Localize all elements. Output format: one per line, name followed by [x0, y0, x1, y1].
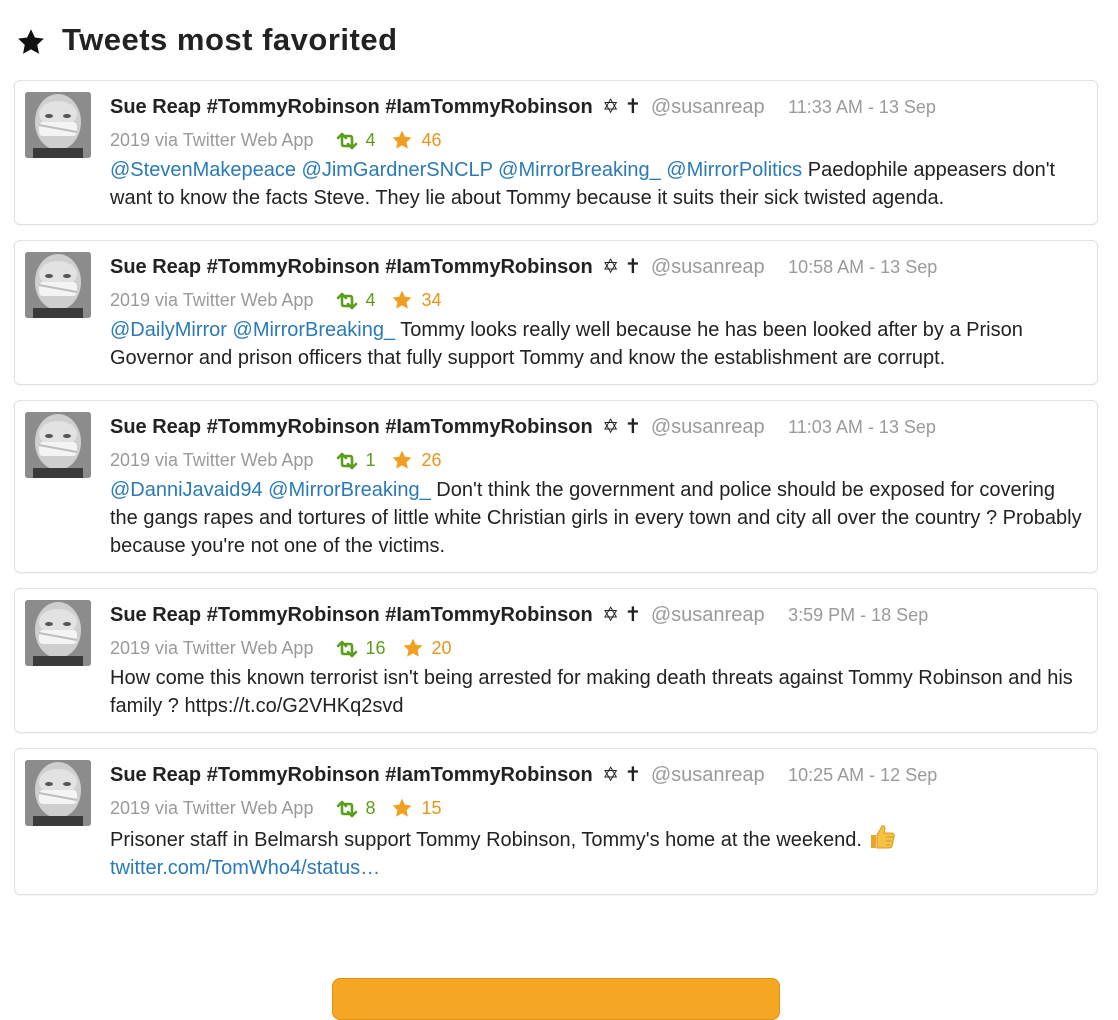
tweet-text: @DailyMirror @MirrorBreaking_ Tommy look…: [110, 316, 1085, 372]
tweet-source: 2019 via Twitter Web App: [110, 130, 314, 150]
favorite-value: 26: [421, 450, 442, 470]
user-symbols: ✡ ✝: [602, 416, 642, 438]
tweet-header: Sue Reap #TommyRobinson #IamTommyRobinso…: [110, 93, 1085, 121]
favorite-value: 20: [431, 638, 452, 658]
favorite-value: 34: [421, 290, 442, 310]
retweet-value: 4: [365, 290, 376, 310]
user-symbols: ✡ ✝: [602, 96, 642, 118]
tweet-link[interactable]: twitter.com/TomWho4/status…: [110, 857, 380, 879]
user-name[interactable]: Sue Reap #TommyRobinson #IamTommyRobinso…: [110, 604, 593, 626]
tweet-header: Sue Reap #TommyRobinson #IamTommyRobinso…: [110, 761, 1085, 789]
section-header: Tweets most favorited: [16, 18, 398, 62]
tweet-timestamp[interactable]: 11:03 AM - 13 Sep: [788, 417, 936, 437]
tweet-card[interactable]: Sue Reap #TommyRobinson #IamTommyRobinso…: [14, 748, 1098, 895]
user-handle[interactable]: @susanreap: [651, 764, 765, 786]
retweet-count[interactable]: 8: [335, 795, 375, 821]
tweet-source: 2019 via Twitter Web App: [110, 450, 314, 470]
favorite-count[interactable]: 46: [391, 127, 442, 153]
avatar[interactable]: [25, 412, 91, 478]
tweet-header: Sue Reap #TommyRobinson #IamTommyRobinso…: [110, 413, 1085, 441]
retweet-value: 16: [365, 638, 386, 658]
user-name[interactable]: Sue Reap #TommyRobinson #IamTommyRobinso…: [110, 416, 593, 438]
tweet-meta: 2019 via Twitter Web App 4 46: [110, 127, 1085, 153]
favorite-star-icon: [391, 449, 413, 471]
tweet-text: How come this known terrorist isn't bein…: [110, 664, 1085, 720]
user-symbols: ✡ ✝: [602, 764, 642, 786]
user-name[interactable]: Sue Reap #TommyRobinson #IamTommyRobinso…: [110, 96, 593, 118]
load-more-button[interactable]: [332, 978, 780, 1020]
favorite-count[interactable]: 15: [391, 795, 442, 821]
retweet-value: 8: [365, 798, 376, 818]
user-handle[interactable]: @susanreap: [651, 416, 765, 438]
tweet-body: Prisoner staff in Belmarsh support Tommy…: [110, 829, 862, 851]
retweet-icon: [335, 639, 359, 658]
favorite-value: 46: [421, 130, 442, 150]
retweet-count[interactable]: 4: [335, 127, 375, 153]
avatar[interactable]: [25, 600, 91, 666]
tweet-source: 2019 via Twitter Web App: [110, 290, 314, 310]
tweet-mentions[interactable]: @StevenMakepeace @JimGardnerSNCLP @Mirro…: [110, 159, 802, 181]
tweet-header: Sue Reap #TommyRobinson #IamTommyRobinso…: [110, 253, 1085, 281]
avatar[interactable]: [25, 92, 91, 158]
tweet-timestamp[interactable]: 10:25 AM - 12 Sep: [788, 765, 937, 785]
section-title: Tweets most favorited: [62, 22, 398, 57]
avatar[interactable]: [25, 760, 91, 826]
thumbs-up-icon: [868, 824, 896, 850]
tweet-meta: 2019 via Twitter Web App 1 26: [110, 447, 1085, 473]
star-icon: [18, 29, 44, 54]
user-symbols: ✡ ✝: [602, 256, 642, 278]
tweet-text: @StevenMakepeace @JimGardnerSNCLP @Mirro…: [110, 156, 1085, 212]
tweet-text: @DanniJavaid94 @MirrorBreaking_ Don't th…: [110, 476, 1085, 560]
user-name[interactable]: Sue Reap #TommyRobinson #IamTommyRobinso…: [110, 764, 593, 786]
tweet-mentions[interactable]: @DailyMirror @MirrorBreaking_: [110, 319, 395, 341]
retweet-icon: [335, 291, 359, 310]
favorite-star-icon: [402, 637, 424, 659]
user-symbols: ✡ ✝: [602, 604, 642, 626]
retweet-icon: [335, 799, 359, 818]
tweet-text: Prisoner staff in Belmarsh support Tommy…: [110, 824, 1085, 882]
retweet-value: 1: [365, 450, 376, 470]
tweet-header: Sue Reap #TommyRobinson #IamTommyRobinso…: [110, 601, 1085, 629]
tweet-mentions[interactable]: @DanniJavaid94 @MirrorBreaking_: [110, 479, 431, 501]
retweet-count[interactable]: 16: [335, 635, 386, 661]
retweet-count[interactable]: 1: [335, 447, 375, 473]
tweet-card[interactable]: Sue Reap #TommyRobinson #IamTommyRobinso…: [14, 400, 1098, 573]
avatar[interactable]: [25, 252, 91, 318]
tweet-card[interactable]: Sue Reap #TommyRobinson #IamTommyRobinso…: [14, 80, 1098, 225]
tweet-timestamp[interactable]: 11:33 AM - 13 Sep: [788, 97, 936, 117]
tweet-body: How come this known terrorist isn't bein…: [110, 667, 1073, 717]
user-name[interactable]: Sue Reap #TommyRobinson #IamTommyRobinso…: [110, 256, 593, 278]
tweet-card[interactable]: Sue Reap #TommyRobinson #IamTommyRobinso…: [14, 240, 1098, 385]
retweet-icon: [335, 131, 359, 150]
favorite-count[interactable]: 26: [391, 447, 442, 473]
tweet-source: 2019 via Twitter Web App: [110, 638, 314, 658]
favorite-star-icon: [391, 797, 413, 819]
tweet-meta: 2019 via Twitter Web App 8 15: [110, 795, 1085, 821]
retweet-icon: [335, 451, 359, 470]
tweet-timestamp[interactable]: 3:59 PM - 18 Sep: [788, 605, 928, 625]
tweet-list: Sue Reap #TommyRobinson #IamTommyRobinso…: [14, 80, 1098, 910]
user-handle[interactable]: @susanreap: [651, 604, 765, 626]
favorite-star-icon: [391, 129, 413, 151]
user-handle[interactable]: @susanreap: [651, 96, 765, 118]
favorite-count[interactable]: 20: [402, 635, 452, 661]
tweet-meta: 2019 via Twitter Web App 16 20: [110, 635, 1085, 661]
tweet-timestamp[interactable]: 10:58 AM - 13 Sep: [788, 257, 937, 277]
tweet-card[interactable]: Sue Reap #TommyRobinson #IamTommyRobinso…: [14, 588, 1098, 733]
retweet-value: 4: [365, 130, 376, 150]
favorite-count[interactable]: 34: [391, 287, 442, 313]
favorite-value: 15: [421, 798, 442, 818]
retweet-count[interactable]: 4: [335, 287, 375, 313]
user-handle[interactable]: @susanreap: [651, 256, 765, 278]
tweet-source: 2019 via Twitter Web App: [110, 798, 314, 818]
tweet-meta: 2019 via Twitter Web App 4 34: [110, 287, 1085, 313]
favorite-star-icon: [391, 289, 413, 311]
